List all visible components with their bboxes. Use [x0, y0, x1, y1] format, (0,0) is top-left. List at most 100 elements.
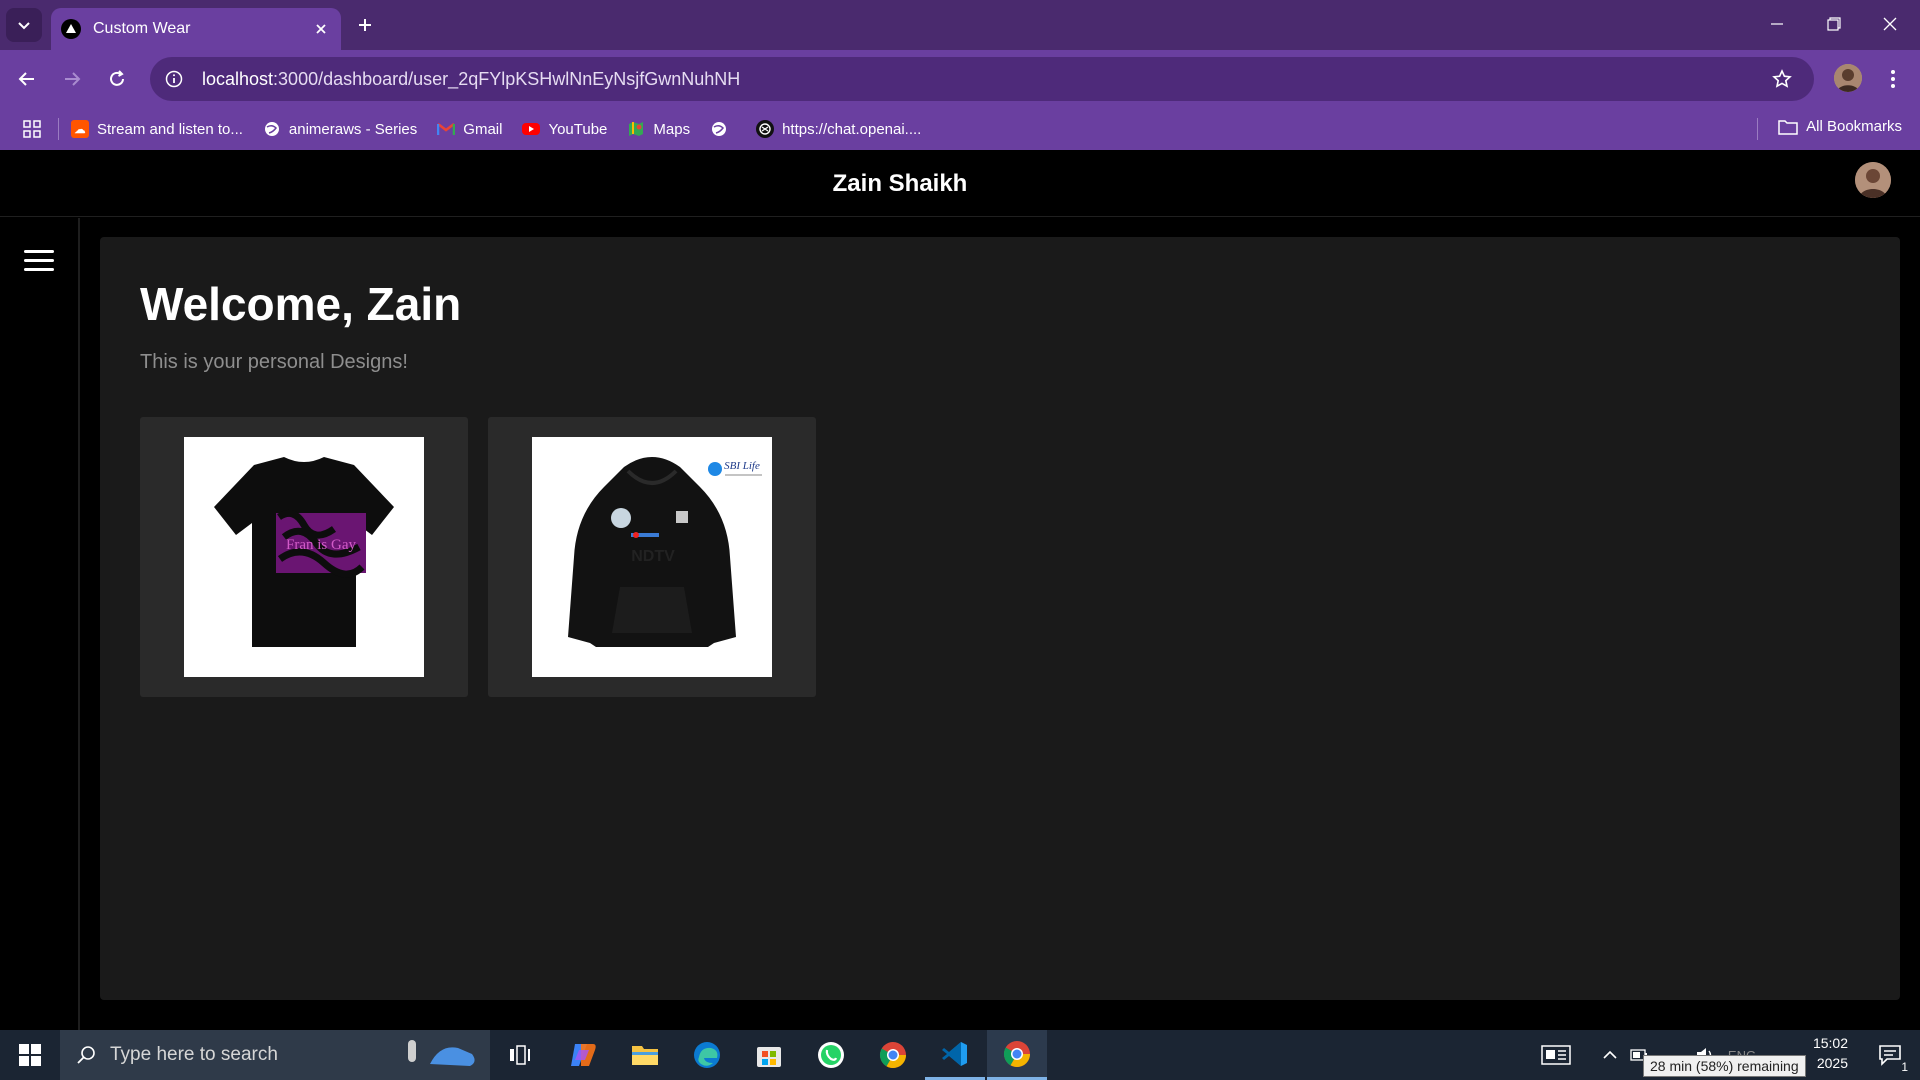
- folder-icon: [1778, 119, 1798, 135]
- browser-profile-avatar[interactable]: [1834, 64, 1862, 92]
- plus-icon: [359, 19, 371, 31]
- minimize-icon: [1771, 23, 1783, 25]
- taskbar-chrome[interactable]: [863, 1030, 923, 1080]
- globe-icon: [263, 120, 281, 138]
- sidebar: [0, 218, 80, 1030]
- clock-time: 15:02: [1812, 1035, 1848, 1051]
- tray-news-widget[interactable]: [1536, 1030, 1576, 1080]
- bookmark-label: Stream and listen to...: [97, 120, 243, 138]
- bookmark-animeraws[interactable]: animeraws - Series: [263, 120, 417, 138]
- battery-tooltip: 28 min (58%) remaining: [1643, 1055, 1806, 1077]
- search-placeholder: Type here to search: [110, 1044, 278, 1065]
- tshirt-design-image: Fran is Gay: [184, 437, 424, 677]
- design-card-hoodie[interactable]: NDTV SBI Life: [488, 417, 816, 697]
- task-view-icon: [510, 1045, 530, 1065]
- bookmark-label: https://chat.openai....: [782, 120, 922, 138]
- taskbar-vscode[interactable]: [925, 1030, 985, 1080]
- app-header: Zain Shaikh: [0, 150, 1920, 217]
- youtube-icon: [522, 120, 541, 138]
- browser-tab[interactable]: Custom Wear: [51, 8, 341, 50]
- chrome-icon: [1003, 1040, 1031, 1067]
- tshirt-print-text: Fran is Gay: [286, 537, 356, 553]
- search-highlight-icon: [400, 1036, 480, 1074]
- back-button[interactable]: [10, 62, 44, 96]
- hamburger-menu-icon[interactable]: [24, 250, 54, 272]
- bookmark-label: Gmail: [463, 120, 503, 138]
- bookmark-maps[interactable]: Maps: [627, 120, 690, 138]
- taskbar-edge[interactable]: [677, 1030, 737, 1080]
- reload-icon: [110, 70, 124, 86]
- user-avatar[interactable]: [1855, 162, 1891, 198]
- browser-tab-bar: Custom Wear: [0, 0, 1920, 50]
- welcome-heading: Welcome, Zain: [140, 278, 462, 330]
- bookmarks-divider: [1757, 118, 1758, 140]
- notification-count: 1: [1901, 1060, 1908, 1074]
- design-card-tshirt[interactable]: Fran is Gay: [140, 417, 468, 697]
- news-icon: [1541, 1045, 1571, 1065]
- taskbar-search-box[interactable]: Type here to search: [60, 1030, 490, 1080]
- tray-overflow-button[interactable]: [1598, 1030, 1622, 1080]
- chevron-up-icon: [1603, 1050, 1617, 1059]
- taskbar-file-explorer[interactable]: [615, 1030, 675, 1080]
- page-title: Zain Shaikh: [832, 170, 968, 197]
- reload-button[interactable]: [100, 62, 134, 96]
- bookmark-soundcloud[interactable]: ☁ Stream and listen to...: [71, 120, 243, 138]
- apps-grid-icon[interactable]: [18, 115, 46, 143]
- page-viewport: Zain Shaikh Welcome, Zain This is your p…: [0, 150, 1920, 1030]
- vscode-icon: [942, 1041, 967, 1066]
- dashboard-panel: Welcome, Zain This is your personal Desi…: [100, 237, 1900, 1000]
- taskbar-copilot[interactable]: [553, 1030, 613, 1080]
- chrome-icon: [879, 1042, 907, 1069]
- bookmark-globe[interactable]: [710, 120, 736, 138]
- soundcloud-icon: ☁: [71, 120, 89, 138]
- tab-search-button[interactable]: [6, 8, 42, 42]
- notifications-button[interactable]: 1: [1866, 1030, 1914, 1080]
- arrow-left-icon: [18, 72, 34, 86]
- gmail-icon: [437, 120, 456, 138]
- copilot-icon: [571, 1044, 596, 1066]
- close-tab-icon[interactable]: [311, 19, 331, 39]
- bookmarks-bar: ☁ Stream and listen to... animeraws - Se…: [0, 108, 1920, 150]
- taskbar-store[interactable]: [739, 1030, 799, 1080]
- address-bar[interactable]: localhost:3000/dashboard/user_2qFYlpKSHw…: [150, 57, 1814, 101]
- all-bookmarks-label: All Bookmarks: [1806, 118, 1902, 135]
- restore-button[interactable]: [1814, 8, 1854, 40]
- taskbar-whatsapp[interactable]: [801, 1030, 861, 1080]
- site-info-icon[interactable]: [152, 57, 196, 101]
- maps-icon: [627, 120, 645, 138]
- chevron-down-icon: [18, 22, 30, 30]
- start-button[interactable]: [0, 1030, 60, 1080]
- globe-icon: [710, 120, 728, 138]
- bookmark-gmail[interactable]: Gmail: [437, 120, 502, 138]
- chatgpt-icon: [756, 120, 775, 138]
- welcome-subtitle: This is your personal Designs!: [140, 351, 408, 373]
- tab-title: Custom Wear: [93, 20, 191, 37]
- app-favicon-icon: [61, 19, 81, 39]
- url-text[interactable]: localhost:3000/dashboard/user_2qFYlpKSHw…: [196, 69, 1760, 90]
- bookmark-label: animeraws - Series: [288, 120, 418, 138]
- hoodie-logo-text: SBI Life: [724, 460, 760, 472]
- all-bookmarks-button[interactable]: All Bookmarks: [1778, 118, 1902, 135]
- bookmark-label: YouTube: [548, 120, 608, 138]
- arrow-right-icon: [65, 72, 81, 86]
- windows-logo-icon: [19, 1044, 41, 1066]
- bookmark-youtube[interactable]: YouTube: [522, 120, 607, 138]
- bookmark-label: Maps: [653, 120, 691, 138]
- close-window-button[interactable]: [1870, 8, 1910, 40]
- hoodie-design-image: NDTV SBI Life: [532, 437, 772, 677]
- more-vertical-icon: [1891, 70, 1895, 88]
- bookmark-star-icon[interactable]: [1760, 57, 1804, 101]
- minimize-button[interactable]: [1757, 8, 1797, 40]
- task-view-button[interactable]: [490, 1030, 550, 1080]
- browser-menu-button[interactable]: [1876, 62, 1910, 96]
- folder-icon: [632, 1046, 658, 1065]
- url-host: localhost: [202, 68, 274, 89]
- url-path: :3000/dashboard/user_2qFYlpKSHwlNnEyNsjf…: [273, 68, 741, 89]
- edge-icon: [694, 1042, 720, 1068]
- bookmark-chatgpt[interactable]: https://chat.openai....: [756, 120, 921, 138]
- new-tab-button[interactable]: [352, 12, 378, 38]
- taskbar-chrome-profile[interactable]: [987, 1030, 1047, 1080]
- bookmarks-divider: [58, 118, 59, 140]
- notification-icon: [1879, 1045, 1901, 1066]
- forward-button[interactable]: [55, 62, 89, 96]
